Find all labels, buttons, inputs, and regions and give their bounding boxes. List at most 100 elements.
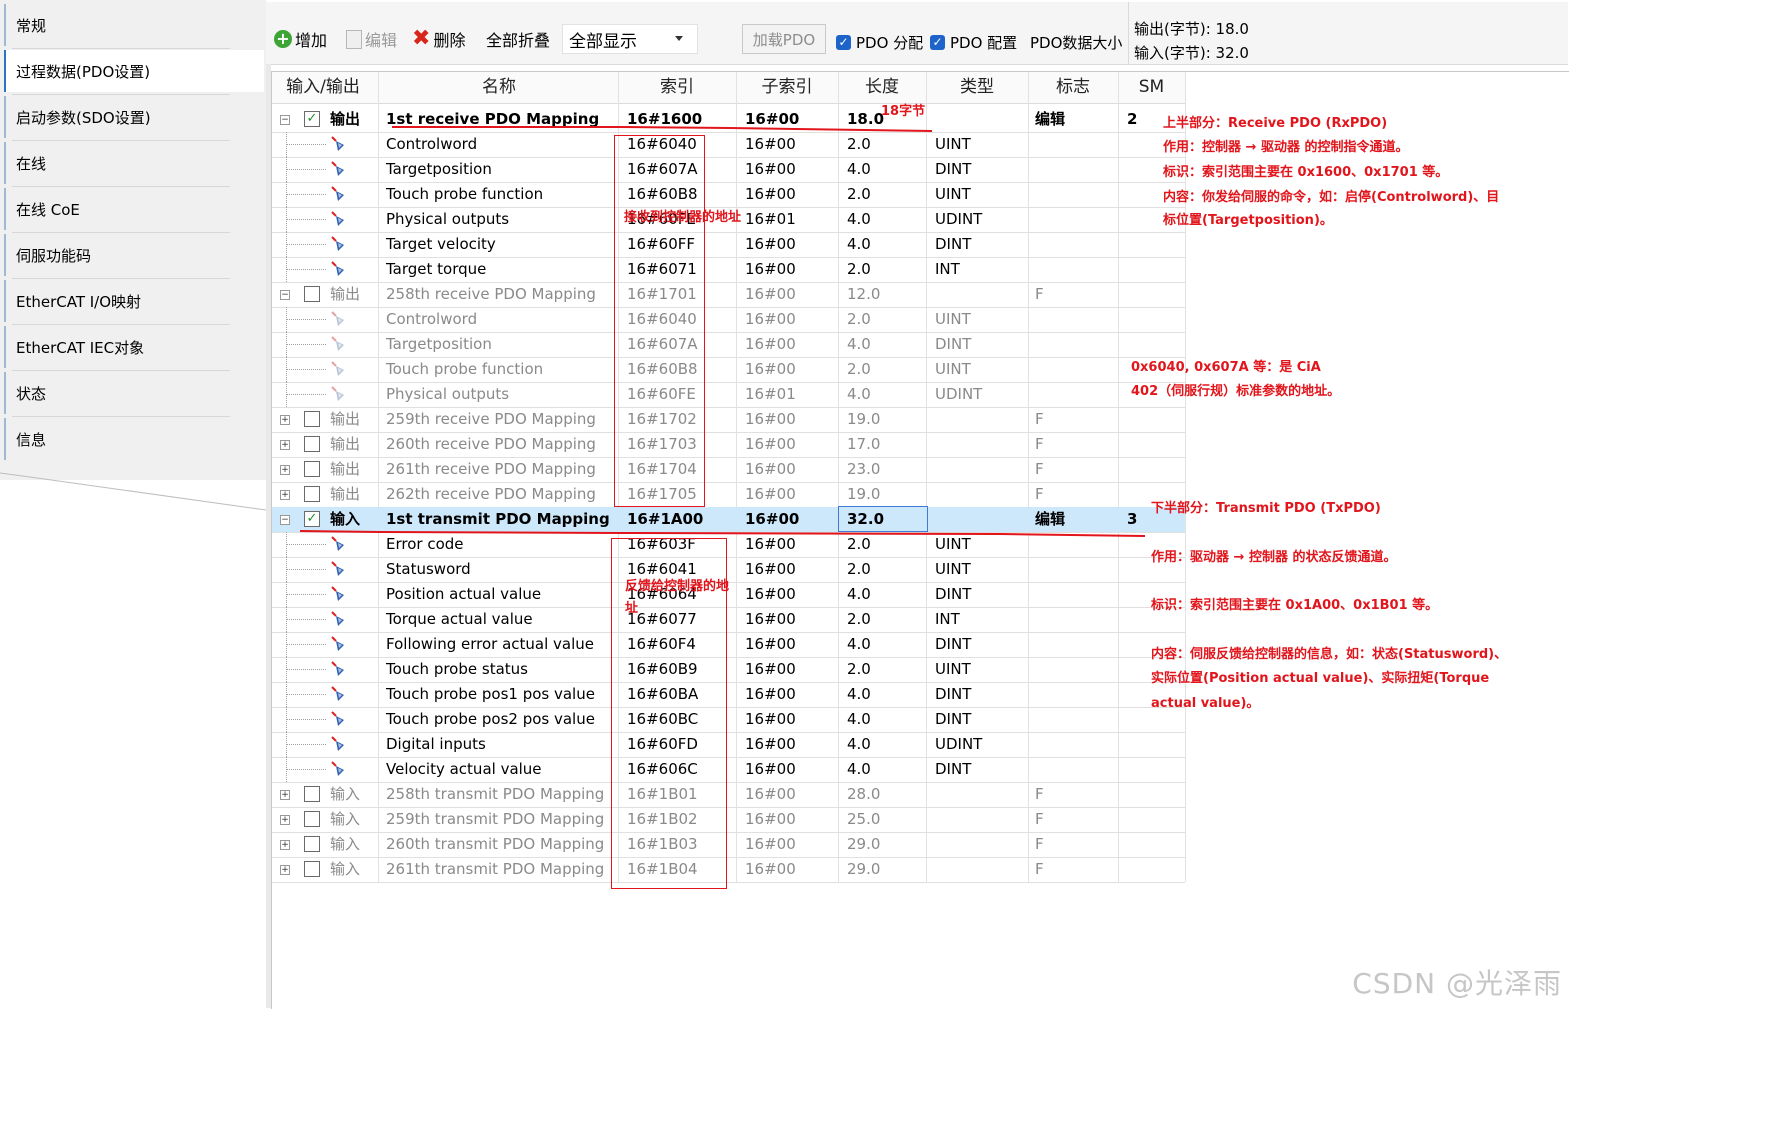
sub-cell: 16#00	[745, 785, 796, 803]
len-cell: 12.0	[847, 285, 881, 303]
flag-cell: F	[1035, 785, 1044, 803]
pdo-mapping-row[interactable]: − ✓ 输出 1st receive PDO Mapping 16#1600 16#00 1…	[272, 107, 1185, 133]
nav-item[interactable]: 状态	[4, 372, 264, 414]
pdo-entry-row[interactable]: Error code 16#603F 16#00 2.0 UINT	[272, 532, 1185, 558]
pdo-entry-row[interactable]: Touch probe pos2 pos value 16#60BC 16#00 4.…	[272, 707, 1185, 733]
add-button[interactable]: + 增加	[274, 26, 327, 52]
expand-icon[interactable]: +	[280, 440, 290, 450]
enable-checkbox[interactable]	[304, 836, 320, 852]
expand-icon[interactable]: +	[280, 865, 290, 875]
length-cell-focus[interactable]	[838, 506, 928, 532]
pdo-assign-checkbox[interactable]: ✓ PDO 分配	[836, 32, 923, 53]
name-cell: Targetposition	[386, 335, 492, 353]
sub-cell: 16#00	[745, 685, 796, 703]
edit-button[interactable]: 编辑	[346, 26, 397, 52]
name-cell: 1st receive PDO Mapping	[386, 110, 600, 128]
nav-item[interactable]: 伺服功能码	[4, 234, 264, 276]
enable-checkbox[interactable]	[304, 286, 320, 302]
pdo-entry-row[interactable]: Targetposition 16#607A 16#00 4.0 DINT	[272, 157, 1185, 183]
column-header[interactable]: 索引	[618, 72, 736, 102]
pdo-entry-row[interactable]: Target torque 16#6071 16#00 2.0 INT	[272, 257, 1185, 283]
pdo-mapping-row[interactable]: + 输出 260th receive PDO Mapping 16#1703 16#00…	[272, 432, 1185, 458]
nav-item[interactable]: 启动参数(SDO设置)	[4, 96, 264, 138]
name-cell: 260th receive PDO Mapping	[386, 435, 596, 453]
input-bytes-readout: 输入(字节): 32.0	[1134, 44, 1249, 62]
nav-separator	[12, 370, 230, 371]
nav-separator	[12, 416, 230, 417]
io-cell: 输出	[330, 410, 361, 428]
enable-checkbox[interactable]	[304, 811, 320, 827]
pdo-entry-row[interactable]: Velocity actual value 16#606C 16#00 4.0 DINT	[272, 757, 1185, 783]
load-pdo-button[interactable]: 加载PDO	[742, 24, 826, 54]
enable-checkbox[interactable]	[304, 461, 320, 477]
collapse-all-label: 全部折叠	[486, 31, 551, 50]
column-header[interactable]: 输入/输出	[276, 72, 370, 102]
pdo-entry-row[interactable]: Touch probe pos1 pos value 16#60BA 16#00 4.…	[272, 682, 1185, 708]
nav-item[interactable]: 在线 CoE	[4, 188, 264, 230]
pdo-mapping-row[interactable]: + 输入 259th transmit PDO Mapping 16#1B02 16#0…	[272, 807, 1185, 833]
io-cell: 输入	[330, 860, 361, 878]
pdo-entry-row[interactable]: Following error actual value 16#60F4 16#00…	[272, 632, 1185, 658]
delete-button[interactable]: ✖ 删除	[412, 26, 465, 52]
expand-icon[interactable]: +	[280, 790, 290, 800]
pdo-mapping-row[interactable]: + 输入 260th transmit PDO Mapping 16#1B03 16#0…	[272, 832, 1185, 858]
enable-checkbox[interactable]	[304, 786, 320, 802]
pdo-size-button[interactable]: PDO数据大小	[1030, 32, 1122, 53]
column-header[interactable]: 名称	[384, 72, 614, 102]
pdo-entry-row[interactable]: Touch probe status 16#60B9 16#00 2.0 UINT	[272, 657, 1185, 683]
nav-item[interactable]: 过程数据(PDO设置)	[4, 50, 264, 92]
expand-icon[interactable]: +	[280, 490, 290, 500]
pdo-entry-row[interactable]: Torque actual value 16#6077 16#00 2.0 INT	[272, 607, 1185, 633]
expand-icon[interactable]: +	[280, 840, 290, 850]
type-cell: DINT	[935, 585, 972, 603]
annotation-cia-2: 402（伺服行规）标准参数的地址。	[1131, 384, 1341, 399]
enable-checkbox[interactable]	[304, 861, 320, 877]
pdo-entry-row[interactable]: Target velocity 16#60FF 16#00 4.0 DINT	[272, 232, 1185, 258]
pdo-mapping-row[interactable]: + 输入 261th transmit PDO Mapping 16#1B04 16#0…	[272, 857, 1185, 883]
pdo-mapping-row[interactable]: + 输入 258th transmit PDO Mapping 16#1B01 16#0…	[272, 782, 1185, 808]
pdo-mapping-row[interactable]: + 输出 262th receive PDO Mapping 16#1705 16#00…	[272, 482, 1185, 508]
pdo-entry-row[interactable]: Touch probe function 16#60B8 16#00 2.0 UINT	[272, 182, 1185, 208]
pdo-entry-row[interactable]: Controlword 16#6040 16#00 2.0 UINT	[272, 132, 1185, 158]
column-header[interactable]: 标志	[1028, 72, 1118, 102]
pdo-config-checkbox[interactable]: ✓ PDO 配置	[930, 32, 1017, 53]
pdo-mapping-row[interactable]: − 输出 258th receive PDO Mapping 16#1701 16#00…	[272, 282, 1185, 308]
column-header[interactable]: 长度	[838, 72, 926, 102]
expand-icon[interactable]: +	[280, 465, 290, 475]
pdo-mapping-row[interactable]: + 输出 259th receive PDO Mapping 16#1702 16#00…	[272, 407, 1185, 433]
display-select[interactable]: 全部显示	[562, 24, 698, 54]
nav-item[interactable]: 信息	[4, 418, 264, 460]
pdo-entry-row[interactable]: Digital inputs 16#60FD 16#00 4.0 UDINT	[272, 732, 1185, 758]
nav-item[interactable]: EtherCAT IEC对象	[4, 326, 264, 368]
collapse-icon[interactable]: −	[280, 115, 290, 125]
column-header[interactable]: 子索引	[736, 72, 838, 102]
collapse-all-button[interactable]: 全部折叠	[486, 26, 550, 52]
pdo-mapping-row[interactable]: − ✓ 输入 1st transmit PDO Mapping 16#1A00 16#00…	[272, 507, 1185, 533]
column-header[interactable]: SM	[1118, 72, 1185, 102]
enable-checkbox[interactable]	[304, 486, 320, 502]
collapse-icon[interactable]: −	[280, 290, 290, 300]
enable-checkbox[interactable]: ✓	[304, 511, 320, 527]
sub-cell: 16#00	[745, 535, 796, 553]
io-cell: 输入	[330, 785, 361, 803]
len-cell: 4.0	[847, 160, 871, 178]
nav-item[interactable]: 常规	[4, 4, 264, 46]
nav-item[interactable]: 在线	[4, 142, 264, 184]
pdo-entry-row[interactable]: Controlword 16#6040 16#00 2.0 UINT	[272, 307, 1185, 333]
collapse-icon[interactable]: −	[280, 515, 290, 525]
pdo-entry-row[interactable]: Targetposition 16#607A 16#00 4.0 DINT	[272, 332, 1185, 358]
enable-checkbox[interactable]: ✓	[304, 111, 320, 127]
pdo-entry-row[interactable]: Physical outputs 16#60FE 16#01 4.0 UDINT	[272, 382, 1185, 408]
pdo-config-label: PDO 配置	[950, 34, 1018, 52]
pdo-entry-row[interactable]: Touch probe function 16#60B8 16#00 2.0 UINT	[272, 357, 1185, 383]
len-cell: 4.0	[847, 635, 871, 653]
nav-item[interactable]: EtherCAT I/O映射	[4, 280, 264, 322]
enable-checkbox[interactable]	[304, 436, 320, 452]
expand-icon[interactable]: +	[280, 415, 290, 425]
pdo-mapping-row[interactable]: + 输出 261th receive PDO Mapping 16#1704 16#00…	[272, 457, 1185, 483]
name-cell: 259th receive PDO Mapping	[386, 410, 596, 428]
output-bytes-readout: 输出(字节): 18.0	[1134, 20, 1249, 38]
enable-checkbox[interactable]	[304, 411, 320, 427]
expand-icon[interactable]: +	[280, 815, 290, 825]
column-header[interactable]: 类型	[926, 72, 1028, 102]
